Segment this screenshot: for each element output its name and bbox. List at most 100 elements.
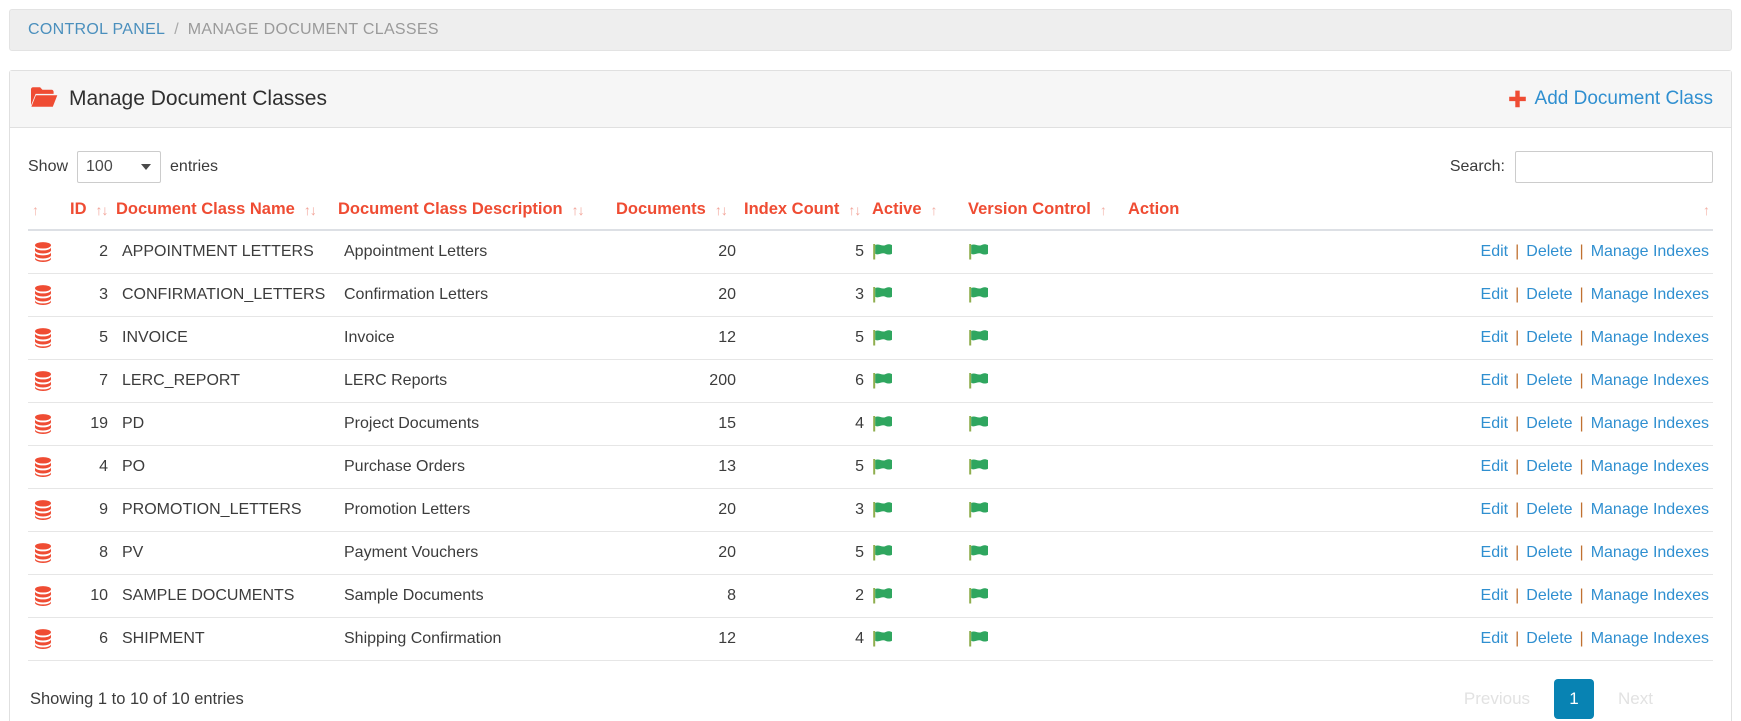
row-icon-cell <box>28 488 66 532</box>
delete-link[interactable]: Delete <box>1526 501 1572 518</box>
cell-active <box>868 273 964 317</box>
sort-indicator: ↑ <box>32 201 39 218</box>
manage-indexes-link[interactable]: Manage Indexes <box>1591 286 1709 303</box>
column-header-icon[interactable]: ↑ <box>28 192 66 231</box>
cell-index-count: 5 <box>740 445 868 489</box>
delete-link[interactable]: Delete <box>1526 587 1572 604</box>
action-separator: | <box>1515 415 1520 432</box>
sort-indicator: ↑ <box>1099 201 1107 218</box>
delete-link[interactable]: Delete <box>1526 458 1572 475</box>
action-separator: | <box>1515 458 1520 475</box>
green-flag-icon <box>872 415 960 433</box>
table-row: 8 PV Payment Vouchers 20 5 Edit | Delete | Manage… <box>28 531 1713 575</box>
pagination-next[interactable]: Next <box>1604 679 1667 719</box>
action-separator: | <box>1579 458 1584 475</box>
database-icon <box>32 542 62 564</box>
green-flag-icon <box>872 501 960 519</box>
cell-active <box>868 531 964 575</box>
column-label-version-control: Version Control <box>968 200 1091 218</box>
edit-link[interactable]: Edit <box>1481 415 1509 432</box>
column-label-id: ID <box>70 200 87 218</box>
cell-active <box>868 359 964 403</box>
cell-active <box>868 230 964 274</box>
edit-link[interactable]: Edit <box>1481 458 1509 475</box>
manage-indexes-link[interactable]: Manage Indexes <box>1591 544 1709 561</box>
cell-active <box>868 316 964 360</box>
edit-link[interactable]: Edit <box>1481 501 1509 518</box>
manage-indexes-link[interactable]: Manage Indexes <box>1591 243 1709 260</box>
cell-action: Edit | Delete | Manage Indexes <box>1124 273 1713 317</box>
add-document-class-label: Add Document Class <box>1534 88 1713 109</box>
manage-indexes-link[interactable]: Manage Indexes <box>1591 372 1709 389</box>
edit-link[interactable]: Edit <box>1481 630 1509 647</box>
plus-icon <box>1508 90 1527 109</box>
edit-link[interactable]: Edit <box>1481 243 1509 260</box>
cell-description: Purchase Orders <box>334 445 612 489</box>
column-header-action[interactable]: Action ↑ <box>1124 192 1713 231</box>
cell-id: 2 <box>66 230 112 274</box>
action-separator: | <box>1515 329 1520 346</box>
edit-link[interactable]: Edit <box>1481 286 1509 303</box>
pagination-page-1[interactable]: 1 <box>1554 679 1595 719</box>
manage-indexes-link[interactable]: Manage Indexes <box>1591 415 1709 432</box>
add-document-class-button[interactable]: Add Document Class <box>1508 88 1713 110</box>
cell-documents: 20 <box>612 273 740 317</box>
column-header-active[interactable]: Active ↑ <box>868 192 964 231</box>
cell-documents: 200 <box>612 359 740 403</box>
edit-link[interactable]: Edit <box>1481 587 1509 604</box>
row-icon-cell <box>28 617 66 661</box>
cell-description: Appointment Letters <box>334 230 612 274</box>
green-flag-icon <box>872 544 960 562</box>
breadcrumb-link-control-panel[interactable]: CONTROL PANEL <box>28 21 165 39</box>
column-header-description[interactable]: Document Class Description ↑↓ <box>334 192 612 231</box>
column-header-id[interactable]: ID ↑↓ <box>66 192 112 231</box>
cell-active <box>868 574 964 618</box>
search-input[interactable] <box>1515 151 1713 183</box>
column-header-name[interactable]: Document Class Name ↑↓ <box>112 192 334 231</box>
column-header-documents[interactable]: Documents ↑↓ <box>612 192 740 231</box>
delete-link[interactable]: Delete <box>1526 630 1572 647</box>
cell-id: 19 <box>66 402 112 446</box>
delete-link[interactable]: Delete <box>1526 415 1572 432</box>
edit-link[interactable]: Edit <box>1481 544 1509 561</box>
manage-indexes-link[interactable]: Manage Indexes <box>1591 501 1709 518</box>
edit-link[interactable]: Edit <box>1481 329 1509 346</box>
cell-description: Confirmation Letters <box>334 273 612 317</box>
edit-link[interactable]: Edit <box>1481 372 1509 389</box>
column-header-version-control[interactable]: Version Control ↑ <box>964 192 1124 231</box>
green-flag-icon <box>872 286 960 304</box>
manage-indexes-link[interactable]: Manage Indexes <box>1591 329 1709 346</box>
delete-link[interactable]: Delete <box>1526 286 1572 303</box>
manage-indexes-link[interactable]: Manage Indexes <box>1591 587 1709 604</box>
page-length-select[interactable]: 100 <box>77 151 162 183</box>
cell-version-control <box>964 402 1124 446</box>
breadcrumb-current: MANAGE DOCUMENT CLASSES <box>187 21 439 38</box>
breadcrumb-separator: / <box>174 21 179 38</box>
cell-action: Edit | Delete | Manage Indexes <box>1124 445 1713 489</box>
delete-link[interactable]: Delete <box>1526 372 1572 389</box>
cell-documents: 20 <box>612 531 740 575</box>
breadcrumb: CONTROL PANEL / MANAGE DOCUMENT CLASSES <box>9 9 1732 51</box>
green-flag-icon <box>968 243 1120 261</box>
cell-name: CONFIRMATION_LETTERS <box>112 273 334 317</box>
table-header: ↑ ID ↑↓ Document Class Name ↑↓ Document … <box>28 192 1713 231</box>
row-icon-cell <box>28 574 66 618</box>
action-separator: | <box>1579 329 1584 346</box>
column-header-index-count[interactable]: Index Count ↑↓ <box>740 192 868 231</box>
green-flag-icon <box>872 329 960 347</box>
green-flag-icon <box>968 372 1120 390</box>
delete-link[interactable]: Delete <box>1526 329 1572 346</box>
pagination-previous[interactable]: Previous <box>1450 679 1544 719</box>
cell-id: 9 <box>66 488 112 532</box>
green-flag-icon <box>968 415 1120 433</box>
sort-indicator: ↑↓ <box>714 201 728 218</box>
delete-link[interactable]: Delete <box>1526 544 1572 561</box>
manage-indexes-link[interactable]: Manage Indexes <box>1591 630 1709 647</box>
page-root: CONTROL PANEL / MANAGE DOCUMENT CLASSES … <box>0 0 1741 721</box>
sort-indicator: ↑↓ <box>95 201 109 218</box>
cell-description: LERC Reports <box>334 359 612 403</box>
delete-link[interactable]: Delete <box>1526 243 1572 260</box>
cell-active <box>868 488 964 532</box>
manage-indexes-link[interactable]: Manage Indexes <box>1591 458 1709 475</box>
cell-id: 5 <box>66 316 112 360</box>
